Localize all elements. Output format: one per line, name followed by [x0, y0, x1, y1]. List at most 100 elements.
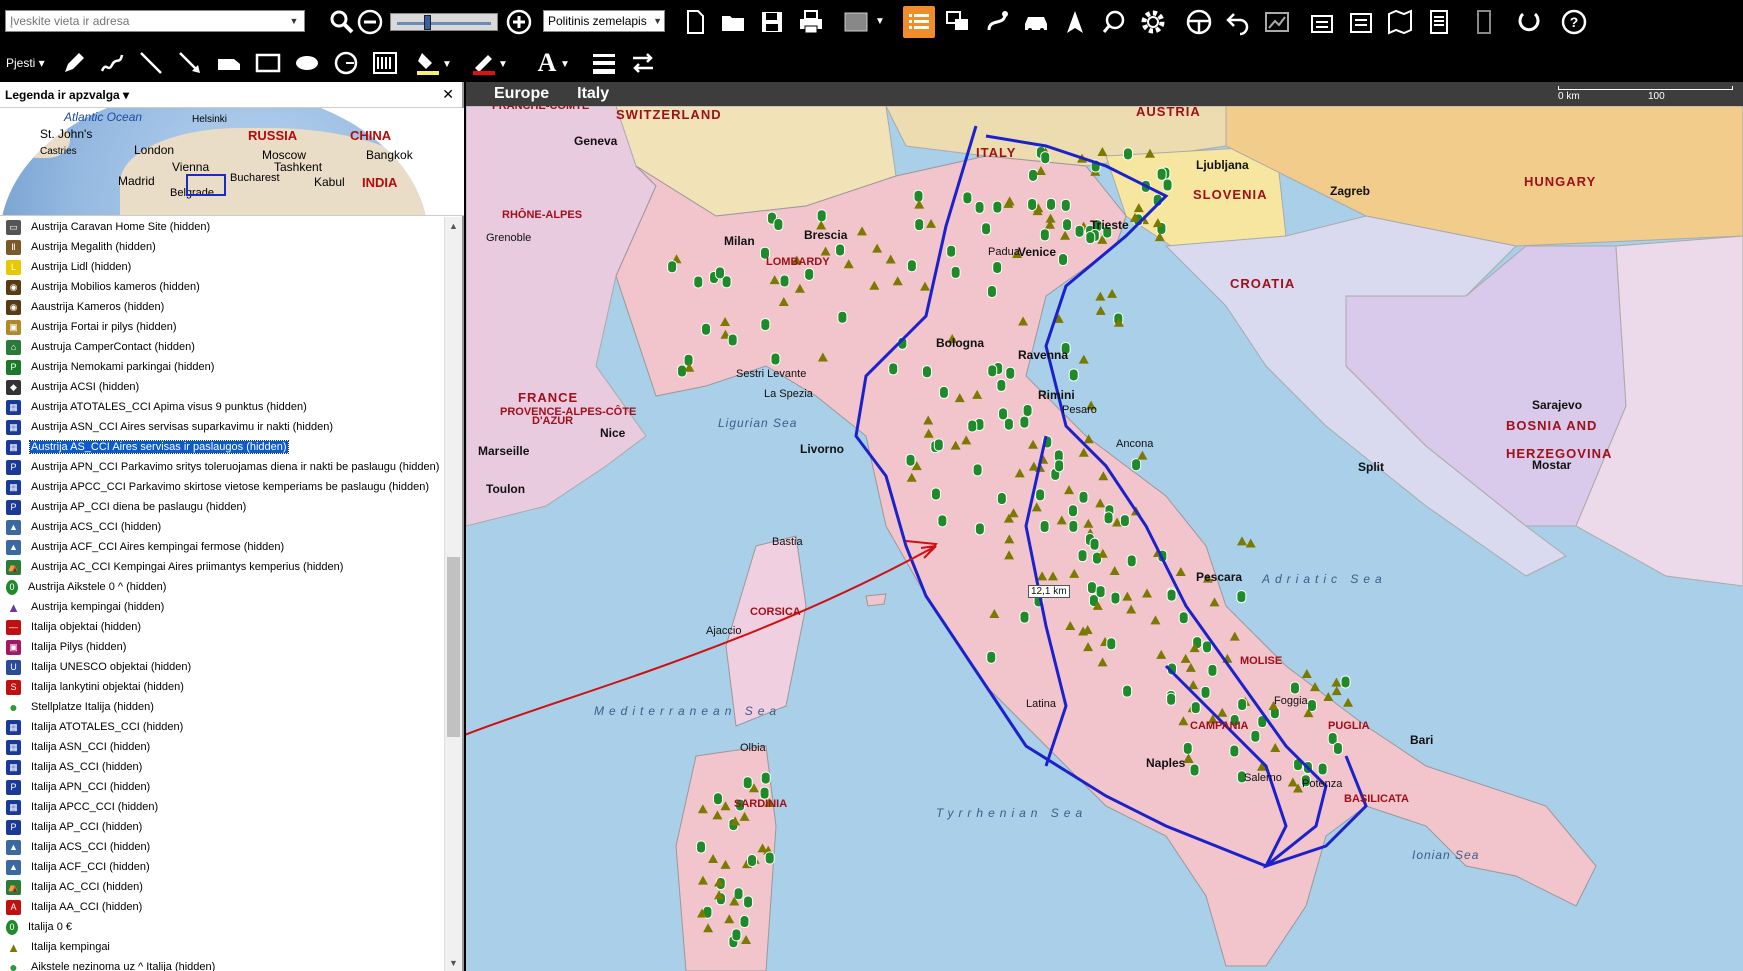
legend-layer-item[interactable]: ◆ Austrija ACSI (hidden): [0, 377, 446, 397]
layers-icon[interactable]: [840, 6, 872, 38]
copy-windows-icon[interactable]: [942, 6, 974, 38]
legend-layer-item[interactable]: ⛺ Italija AC_CCI (hidden): [0, 877, 446, 897]
legend-layer-item[interactable]: ▦ Italija ATOTALES_CCI (hidden): [0, 717, 446, 737]
zoom-in-icon[interactable]: [503, 6, 535, 38]
legend-layer-item[interactable]: ▲ Austrija kempingai (hidden): [0, 597, 446, 617]
pen-icon[interactable]: [58, 47, 90, 79]
ellipse-icon[interactable]: [291, 47, 323, 79]
freehand-icon[interactable]: [96, 47, 128, 79]
map-book-icon[interactable]: [1384, 6, 1416, 38]
legend-layer-item[interactable]: L Austrija Lidl (hidden): [0, 257, 446, 277]
scrollbar-thumb[interactable]: [447, 557, 460, 737]
zoom-slider[interactable]: [390, 13, 498, 31]
refresh-icon[interactable]: [1513, 6, 1545, 38]
legend-layer-item[interactable]: ▲ Italija kempingai: [0, 937, 446, 957]
image-icon[interactable]: [1261, 6, 1293, 38]
circle-minus-icon[interactable]: [330, 47, 362, 79]
breadcrumb-italy[interactable]: Italy: [577, 85, 609, 103]
save-icon[interactable]: [756, 6, 788, 38]
legend-layer-label: Austrija APCC_CCI Parkavimo skirtose vie…: [31, 481, 430, 493]
print-icon[interactable]: [795, 6, 827, 38]
legend-layer-item[interactable]: ⛺ Austrija AC_CCI Kempingai Aires priiman…: [0, 557, 446, 577]
zoom-slider-thumb[interactable]: [423, 15, 431, 30]
breadcrumb-europe[interactable]: Europe: [494, 85, 549, 103]
legend-title[interactable]: Legenda ir apzvalga ▾: [5, 88, 129, 102]
legend-layer-item[interactable]: Ⅱ Austrija Megalith (hidden): [0, 237, 446, 257]
help-icon[interactable]: ?: [1558, 6, 1590, 38]
draw-menu[interactable]: Pjesti ▾: [6, 56, 45, 70]
legend-layer-item[interactable]: ▦ Italija ASN_CCI (hidden): [0, 737, 446, 757]
legend-layer-item[interactable]: ▣ Italija Pilys (hidden): [0, 637, 446, 657]
legend-layer-item[interactable]: ⌂ Austruja CamperContact (hidden): [0, 337, 446, 357]
legend-layer-item[interactable]: ● Stellplatze Italija (hidden): [0, 697, 446, 717]
free-parking-marker: [1086, 581, 1097, 595]
line-width-icon[interactable]: [588, 47, 620, 79]
legend-layer-item[interactable]: — Italija objektai (hidden): [0, 617, 446, 637]
hatch-icon[interactable]: [369, 47, 401, 79]
overview-viewport-frame[interactable]: [186, 174, 226, 196]
route-icon[interactable]: [981, 6, 1013, 38]
new-document-icon[interactable]: [679, 6, 711, 38]
legend-layer-item[interactable]: 0 Austrija Aikstele 0 ^ (hidden): [0, 577, 446, 597]
arrow-icon[interactable]: [174, 47, 206, 79]
legend-layer-item[interactable]: P Austrija AP_CCI diena be paslaugu (hidd…: [0, 497, 446, 517]
legend-scrollbar[interactable]: ▲ ▼: [444, 217, 462, 971]
close-icon[interactable]: ✕: [442, 86, 454, 103]
open-folder-icon[interactable]: [717, 6, 749, 38]
legend-layer-item[interactable]: P Austrija Nemokami parkingai (hidden): [0, 357, 446, 377]
legend-layer-item[interactable]: ▦ Italija APCC_CCI (hidden): [0, 797, 446, 817]
rectangle-icon[interactable]: [252, 47, 284, 79]
scroll-up-icon[interactable]: ▲: [445, 217, 462, 234]
legend-layer-item[interactable]: ▲ Austrija ACS_CCI (hidden): [0, 517, 446, 537]
gear-icon[interactable]: [1137, 6, 1169, 38]
legend-layer-item[interactable]: ▦ Austrija AS_CCI Aires servisas ir pasla…: [0, 437, 446, 457]
zoom-out-icon[interactable]: [354, 6, 386, 38]
legend-layer-item[interactable]: A Italija AA_CCI (hidden): [0, 897, 446, 917]
line-color-dropdown-icon[interactable]: ▼: [496, 57, 510, 71]
map-view[interactable]: Europe Italy 0 km 100 SWITZERLAND FRANCE…: [466, 82, 1743, 971]
report-icon[interactable]: [1423, 6, 1455, 38]
map-style-select[interactable]: Politinis zemelapis ▼: [543, 10, 665, 32]
map-canvas[interactable]: [466, 106, 1743, 971]
legend-layer-item[interactable]: 0 Italija 0 €: [0, 917, 446, 937]
scroll-down-icon[interactable]: ▼: [445, 954, 462, 971]
legend-layer-item[interactable]: ▲ Austrija ACF_CCI Aires kempingai fermos…: [0, 537, 446, 557]
text-dropdown-icon[interactable]: ▼: [558, 57, 572, 71]
legend-layer-item[interactable]: ● Aikstele nezinoma uz ^ Italija (hidden): [0, 957, 446, 971]
gps-device-icon[interactable]: [1468, 6, 1500, 38]
legend-layer-item[interactable]: ▦ Austrija ATOTALES_CCI Apima visus 9 pun…: [0, 397, 446, 417]
legend-layer-item[interactable]: U Italija UNESCO objektai (hidden): [0, 657, 446, 677]
legend-layer-item[interactable]: ▦ Italija AS_CCI (hidden): [0, 757, 446, 777]
overview-map[interactable]: Atlantic Ocean Helsinki St. John's RUSSI…: [0, 108, 464, 216]
address-search-box[interactable]: ▼: [5, 10, 305, 32]
export-icon[interactable]: [1345, 6, 1377, 38]
legend-layer-item[interactable]: ▭ Austrija Caravan Home Site (hidden): [0, 217, 446, 237]
legend-layer-item[interactable]: ◉ Austrija Mobilios kameros (hidden): [0, 277, 446, 297]
legend-layer-item[interactable]: ▦ Austrija ASN_CCI Aires servisas suparka…: [0, 417, 446, 437]
legend-layer-item[interactable]: ▲ Italija ACF_CCI (hidden): [0, 857, 446, 877]
free-parking-marker: [1074, 224, 1085, 238]
free-parking-marker: [835, 243, 846, 257]
import-icon[interactable]: [1306, 6, 1338, 38]
address-input[interactable]: [6, 11, 286, 31]
legend-layer-item[interactable]: P Italija APN_CCI (hidden): [0, 777, 446, 797]
fill-dropdown-icon[interactable]: ▼: [440, 57, 454, 71]
legend-layer-item[interactable]: P Italija AP_CCI (hidden): [0, 817, 446, 837]
address-dropdown-icon[interactable]: ▼: [286, 11, 302, 31]
legend-layer-item[interactable]: ◉ Aaustrija Kameros (hidden): [0, 297, 446, 317]
legend-layer-item[interactable]: P Austrija APN_CCI Parkavimo sritys toler…: [0, 457, 446, 477]
car-icon[interactable]: [1020, 6, 1052, 38]
layers-dropdown-icon[interactable]: ▼: [873, 14, 887, 28]
legend-layer-item[interactable]: ▣ Austrija Fortai ir pilys (hidden): [0, 317, 446, 337]
line-icon[interactable]: [135, 47, 167, 79]
legend-layer-item[interactable]: S Italija lankytini objektai (hidden): [0, 677, 446, 697]
find-icon[interactable]: [1098, 6, 1130, 38]
navigate-arrow-icon[interactable]: [1059, 6, 1091, 38]
undo-icon[interactable]: [1222, 6, 1254, 38]
legend-layer-item[interactable]: ▲ Italija ACS_CCI (hidden): [0, 837, 446, 857]
steering-wheel-icon[interactable]: [1183, 6, 1215, 38]
list-icon[interactable]: [903, 6, 935, 38]
vehicle-icon[interactable]: [213, 47, 245, 79]
legend-layer-item[interactable]: ▦ Austrija APCC_CCI Parkavimo skirtose vi…: [0, 477, 446, 497]
swap-icon[interactable]: [627, 47, 659, 79]
